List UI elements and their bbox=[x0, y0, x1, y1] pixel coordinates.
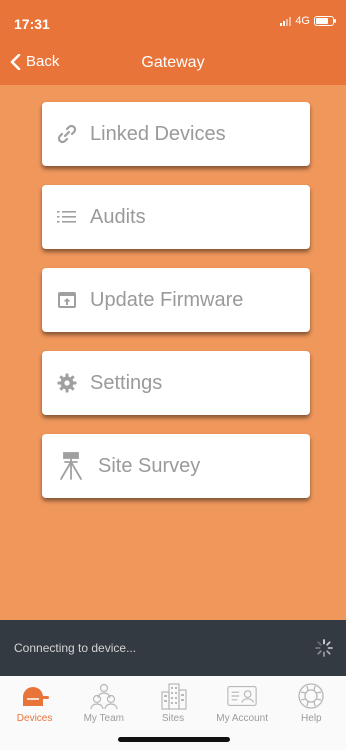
audits-button[interactable]: Audits bbox=[42, 185, 310, 249]
status-indicators: 4G bbox=[280, 15, 336, 27]
app-header: 17:31 4G Back Gateway bbox=[0, 0, 346, 85]
home-indicator bbox=[118, 737, 230, 742]
firmware-upload-icon bbox=[56, 289, 78, 311]
connection-message: Connecting to device... bbox=[14, 641, 137, 655]
menu-label: Settings bbox=[90, 371, 163, 394]
tab-label: My Account bbox=[216, 713, 268, 724]
tab-label: Help bbox=[301, 713, 322, 724]
tab-label: Sites bbox=[161, 713, 185, 724]
lifebuoy-icon bbox=[295, 682, 327, 710]
account-card-icon bbox=[226, 682, 258, 710]
page-title: Gateway bbox=[141, 54, 205, 71]
connection-status-bar: Connecting to device... bbox=[0, 620, 346, 676]
loading-spinner-icon bbox=[315, 639, 333, 657]
tab-devices[interactable]: Devices bbox=[2, 676, 68, 750]
update-firmware-button[interactable]: Update Firmware bbox=[42, 268, 310, 332]
linked-devices-button[interactable]: Linked Devices bbox=[42, 102, 310, 166]
team-icon bbox=[88, 682, 120, 710]
gear-icon bbox=[56, 372, 78, 394]
link-icon bbox=[56, 123, 78, 145]
status-time: 17:31 bbox=[14, 16, 50, 32]
tab-help[interactable]: Help bbox=[278, 676, 344, 750]
signal-icon bbox=[280, 16, 292, 26]
menu-label: Linked Devices bbox=[90, 122, 226, 145]
survey-tripod-icon bbox=[56, 451, 86, 481]
site-survey-button[interactable]: Site Survey bbox=[42, 434, 310, 498]
devices-icon bbox=[19, 682, 51, 710]
tab-label: Devices bbox=[16, 713, 53, 724]
settings-button[interactable]: Settings bbox=[42, 351, 310, 415]
network-label: 4G bbox=[295, 15, 310, 27]
menu-label: Update Firmware bbox=[90, 288, 244, 311]
list-icon bbox=[56, 206, 78, 228]
gateway-menu: Linked Devices Audits Update Firmware Se… bbox=[42, 102, 312, 517]
menu-label: Audits bbox=[90, 205, 146, 228]
tab-label: My Team bbox=[83, 713, 124, 724]
battery-icon bbox=[314, 16, 336, 26]
menu-label: Site Survey bbox=[98, 454, 201, 477]
buildings-icon bbox=[157, 682, 189, 710]
